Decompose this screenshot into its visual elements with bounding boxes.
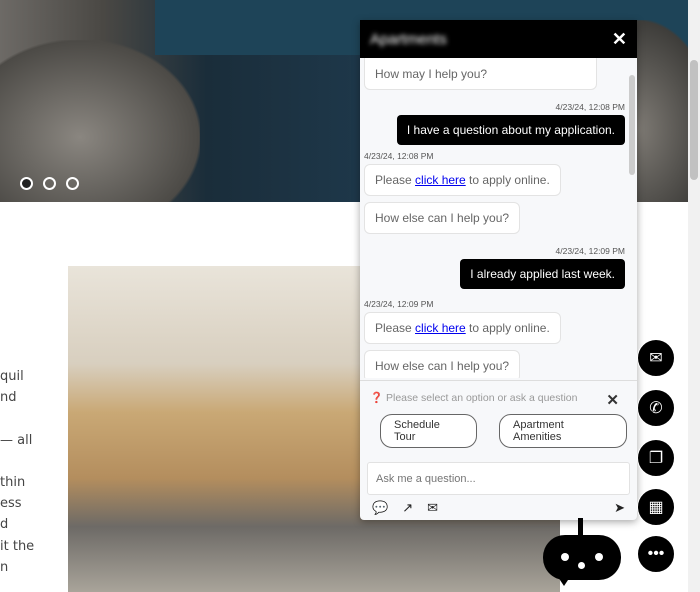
user-message: I have a question about my application. — [396, 115, 625, 145]
text-line: thin — [0, 474, 26, 490]
bot-message: How else can I help you? — [364, 350, 521, 378]
options-hint: Please select an option or ask a questio… — [386, 392, 578, 404]
timestamp: 4/23/24, 12:08 PM — [555, 102, 625, 112]
chat-scrollbar[interactable] — [629, 75, 635, 175]
calendar-button[interactable]: ▦ — [637, 488, 675, 526]
more-icon: ••• — [647, 545, 665, 562]
copy-icon: ❐ — [648, 450, 664, 467]
more-button[interactable]: ••• — [637, 535, 675, 573]
help-icon: ❓ — [370, 392, 384, 404]
page-scrollbar[interactable] — [688, 0, 700, 592]
chat-toolbar: 💬 ↗ ✉ ➤ — [372, 500, 625, 516]
chat-header: Apartments ✕ — [360, 20, 637, 58]
bot-message: Please click here to apply online. — [364, 164, 561, 196]
chat-title: Apartments — [370, 30, 447, 48]
scrollbar-thumb[interactable] — [690, 60, 698, 180]
bot-message: How else can I help you? — [364, 202, 521, 234]
send-icon[interactable]: ➤ — [614, 500, 625, 516]
chat-input[interactable] — [367, 462, 630, 495]
external-link-icon[interactable]: ↗ — [402, 500, 413, 516]
text-line: — all — [0, 432, 33, 448]
bot-message: Please click here to apply online. — [364, 312, 561, 344]
message-list: How may I help you? 4/23/24, 12:08 PM I … — [360, 58, 637, 378]
chat-widget: Apartments ✕ How may I help you? 4/23/24… — [360, 20, 637, 520]
text-line — [0, 408, 34, 429]
carousel-dot[interactable] — [43, 177, 56, 190]
email-icon[interactable]: ✉ — [427, 500, 438, 516]
text-line: ess — [0, 496, 22, 512]
text-line: it the — [0, 538, 35, 554]
robot-eye — [595, 553, 603, 561]
bot-message: How may I help you? — [364, 58, 597, 90]
robot-eye — [561, 553, 569, 561]
timestamp: 4/23/24, 12:09 PM — [555, 246, 625, 256]
schedule-tour-button[interactable]: Schedule Tour — [380, 414, 478, 448]
apartment-amenities-button[interactable]: Apartment Amenities — [499, 414, 627, 448]
email-button[interactable]: ✉ — [637, 339, 675, 377]
carousel-dots — [20, 177, 79, 190]
text-line: d — [0, 517, 9, 533]
feedback-icon[interactable]: 💬 — [372, 500, 388, 516]
text-line — [0, 451, 34, 472]
timestamp: 4/23/24, 12:08 PM — [364, 151, 434, 161]
chatbot-antenna — [578, 518, 583, 536]
copy-button[interactable]: ❐ — [637, 439, 675, 477]
chatbot-bubble-tail — [556, 574, 572, 586]
user-message: I already applied last week. — [460, 259, 625, 289]
chatbot-launcher-icon[interactable] — [543, 535, 621, 580]
text-line: nd — [0, 390, 17, 406]
carousel-dot[interactable] — [66, 177, 79, 190]
carousel-dot[interactable] — [20, 177, 33, 190]
phone-button[interactable]: ✆ — [637, 389, 675, 427]
email-icon: ✉ — [649, 350, 663, 367]
body-text: quil nd — all thin ess d it the n — [0, 366, 34, 578]
close-icon[interactable]: ✕ — [612, 29, 627, 50]
close-options-icon[interactable]: ✕ — [606, 391, 619, 409]
calendar-icon: ▦ — [648, 499, 664, 516]
timestamp: 4/23/24, 12:09 PM — [364, 299, 434, 309]
apply-link[interactable]: click here — [415, 321, 466, 335]
phone-icon: ✆ — [649, 400, 663, 417]
text-line: quil — [0, 369, 24, 384]
quick-options: ❓ Please select an option or ask a quest… — [360, 380, 637, 458]
robot-mouth — [578, 562, 585, 569]
apply-link[interactable]: click here — [415, 173, 466, 187]
text-line: n — [0, 559, 9, 575]
